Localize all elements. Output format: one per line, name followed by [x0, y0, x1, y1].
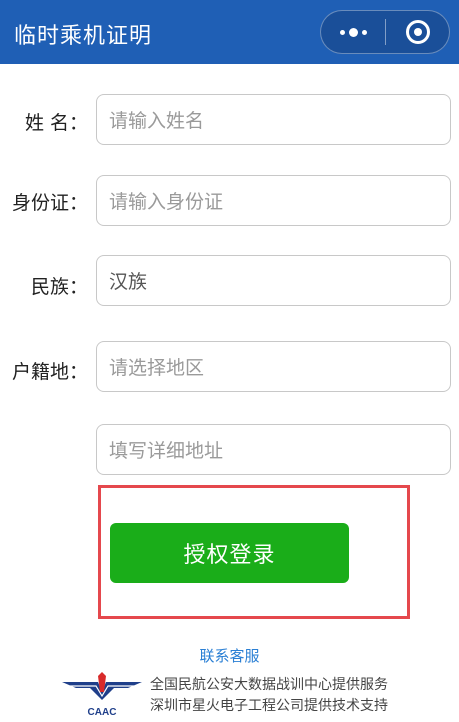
- id-card-input[interactable]: 请输入身份证: [96, 175, 451, 226]
- nav-bar: 临时乘机证明: [0, 0, 459, 64]
- contact-support-link[interactable]: 联系客服: [0, 645, 459, 666]
- more-dots-icon[interactable]: [321, 11, 385, 53]
- caac-logo-text: CAAC: [88, 707, 117, 718]
- name-label: 姓 名：: [24, 112, 88, 134]
- footer-credits: 全国民航公安大数据战训中心提供服务 深圳市星火电子工程公司提供技术支持: [150, 675, 388, 717]
- target-close-icon[interactable]: [386, 20, 449, 44]
- page-title: 临时乘机证明: [14, 24, 153, 49]
- ethnicity-input[interactable]: 汉族: [96, 255, 451, 306]
- name-input[interactable]: 请输入姓名: [96, 94, 451, 145]
- caac-logo: CAAC: [62, 672, 142, 718]
- region-select[interactable]: 请选择地区: [96, 341, 451, 392]
- footer-line-2: 深圳市星火电子工程公司提供技术支持: [150, 698, 388, 714]
- ethnicity-label: 民族：: [30, 276, 88, 298]
- id-card-label: 身份证：: [12, 192, 89, 214]
- footer-line-1: 全国民航公安大数据战训中心提供服务: [150, 677, 388, 693]
- address-input[interactable]: 填写详细地址: [96, 424, 451, 475]
- login-button[interactable]: 授权登录: [110, 523, 349, 583]
- domicile-label: 户籍地：: [12, 361, 89, 383]
- mini-program-capsule: [320, 10, 450, 54]
